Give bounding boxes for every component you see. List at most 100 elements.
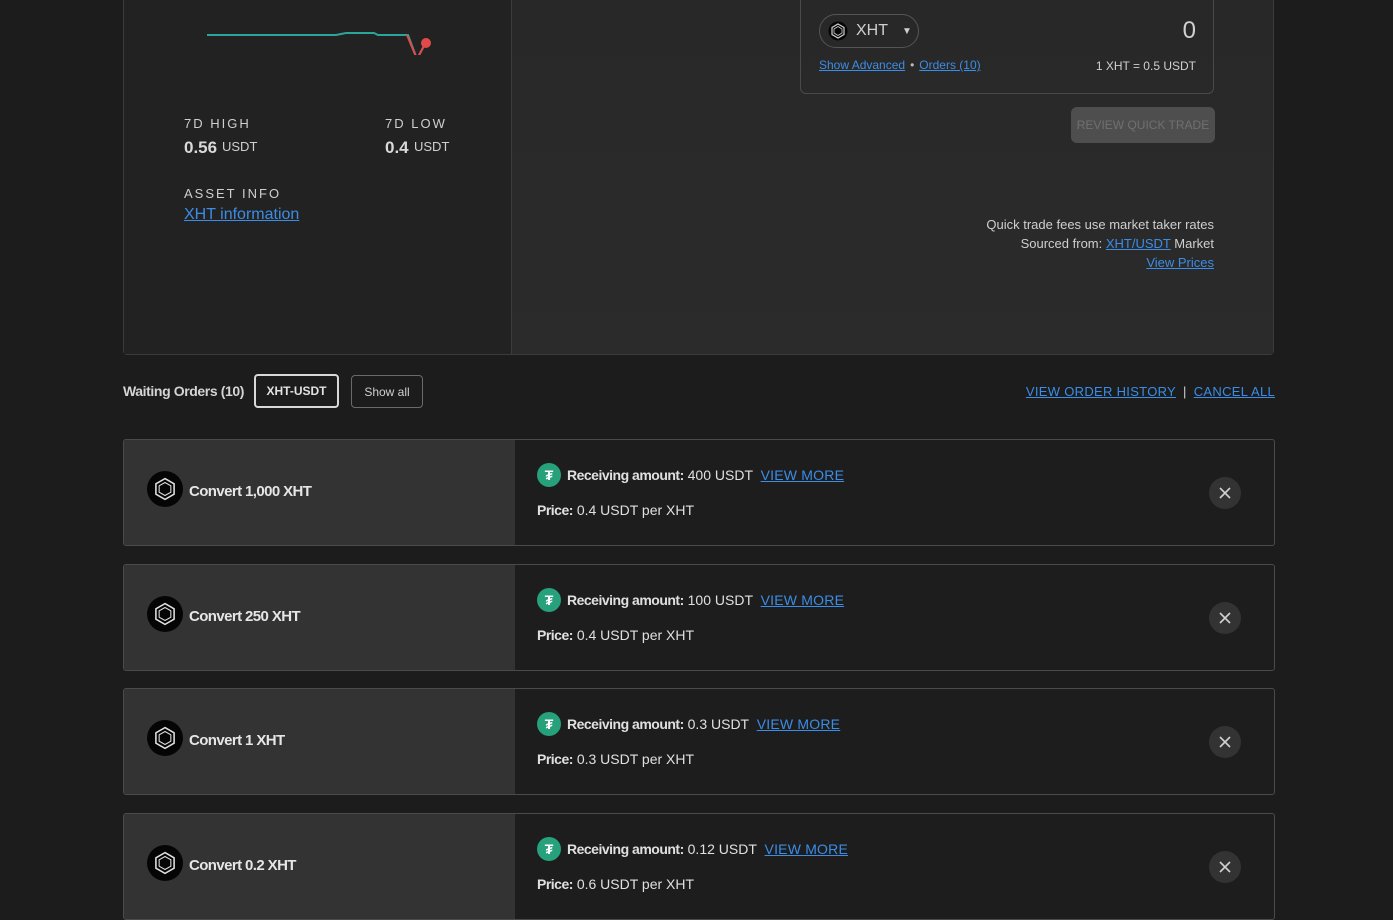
advanced-links: Show Advanced • Orders (10) [819, 58, 981, 72]
price-value: 0.3 USDT per XHT [576, 751, 695, 767]
fees-note-text: Quick trade fees use market taker rates [986, 217, 1214, 232]
high-value: 0.56 [184, 138, 218, 157]
view-more-link[interactable]: VIEW MORE [765, 841, 848, 857]
view-more-link[interactable]: VIEW MORE [757, 716, 840, 732]
xht-coin-icon [147, 596, 183, 632]
price-line: Price: 0.3 USDT per XHT [537, 751, 694, 767]
receiving-line: Receiving amount: 0.3 USDT VIEW MORE [567, 716, 840, 732]
cancel-order-button[interactable] [1209, 851, 1241, 883]
quick-trade-panel: 7D HIGH 0.56 USDT 7D LOW 0.4 USDT ASSET … [123, 0, 1274, 355]
fees-note: Quick trade fees use market taker rates … [986, 215, 1214, 272]
trade-input-box: XHT ▼ 0 Show Advanced • Orders (10) 1 XHT … [800, 0, 1214, 94]
receiving-line: Receiving amount: 100 USDT VIEW MORE [567, 592, 844, 608]
cancel-all-link[interactable]: CANCEL ALL [1194, 384, 1275, 399]
receiving-line: Receiving amount: 0.12 USDT VIEW MORE [567, 841, 848, 857]
sparkline-line [207, 32, 426, 55]
asset-info-link[interactable]: XHT information [184, 206, 299, 224]
waiting-orders-title: Waiting Orders (10) [123, 383, 245, 399]
pair-filter-button[interactable]: XHT-USDT [254, 374, 339, 408]
receiving-label: Receiving amount: [567, 716, 684, 732]
order-details: ₮ Receiving amount: 100 USDT VIEW MORE P… [515, 565, 1274, 670]
order-card: Convert 1 XHT ₮ Receiving amount: 0.3 US… [123, 688, 1275, 795]
market-info-column: 7D HIGH 0.56 USDT 7D LOW 0.4 USDT ASSET … [124, 0, 512, 354]
sourced-label: Sourced from: [1020, 236, 1103, 251]
order-card: Convert 250 XHT ₮ Receiving amount: 100 … [123, 564, 1275, 671]
order-details: ₮ Receiving amount: 400 USDT VIEW MORE P… [515, 440, 1274, 545]
order-summary: Convert 1,000 XHT [124, 440, 515, 545]
xht-coin-icon [828, 21, 848, 41]
tether-icon: ₮ [537, 712, 561, 736]
view-more-link[interactable]: VIEW MORE [761, 592, 844, 608]
xht-coin-icon [147, 471, 183, 507]
sourced-line: Sourced from: XHT/USDT Market [986, 234, 1214, 253]
xht-coin-icon [147, 845, 183, 881]
receiving-label: Receiving amount: [567, 841, 684, 857]
receiving-label: Receiving amount: [567, 467, 684, 483]
price-label: Price: [537, 627, 573, 643]
low-label: 7D LOW [385, 116, 447, 131]
xht-coin-icon [147, 720, 183, 756]
sourced-suffix: Market [1174, 236, 1214, 251]
price-line: Price: 0.4 USDT per XHT [537, 627, 694, 643]
receiving-amount: 100 USDT [687, 592, 753, 608]
coin-selector[interactable]: XHT ▼ [819, 14, 919, 48]
close-icon [1219, 487, 1231, 499]
high-label: 7D HIGH [184, 116, 251, 131]
conversion-rate: 1 XHT = 0.5 USDT [1095, 59, 1196, 73]
coin-selector-label: XHT [856, 22, 888, 39]
price-value: 0.4 USDT per XHT [576, 627, 695, 643]
price-label: Price: [537, 876, 573, 892]
order-title: Convert 1,000 XHT [189, 483, 312, 500]
view-more-link[interactable]: VIEW MORE [761, 467, 844, 483]
review-quick-trade-button[interactable]: REVIEW QUICK TRADE [1071, 107, 1215, 143]
tether-icon: ₮ [537, 837, 561, 861]
trade-column: XHT ▼ 0 Show Advanced • Orders (10) 1 XHT … [512, 0, 1273, 354]
price-line: Price: 0.6 USDT per XHT [537, 876, 694, 892]
view-order-history-link[interactable]: VIEW ORDER HISTORY [1026, 384, 1176, 399]
cancel-order-button[interactable] [1209, 477, 1241, 509]
show-advanced-link[interactable]: Show Advanced [819, 58, 905, 72]
tether-icon: ₮ [537, 588, 561, 612]
receiving-amount: 0.3 USDT [687, 716, 749, 732]
close-icon [1219, 736, 1231, 748]
caret-down-icon: ▼ [902, 25, 912, 37]
order-summary: Convert 0.2 XHT [124, 814, 515, 919]
price-value: 0.4 USDT per XHT [576, 502, 695, 518]
price-sparkline [207, 32, 431, 55]
high-unit: USDT [222, 139, 258, 154]
view-prices-link[interactable]: View Prices [1146, 255, 1214, 270]
orders-link[interactable]: Orders (10) [919, 58, 980, 72]
receiving-amount: 0.12 USDT [687, 841, 757, 857]
close-icon [1219, 861, 1231, 873]
low-value: 0.4 [385, 138, 409, 157]
order-card: Convert 1,000 XHT ₮ Receiving amount: 40… [123, 439, 1275, 546]
receiving-line: Receiving amount: 400 USDT VIEW MORE [567, 467, 844, 483]
price-label: Price: [537, 502, 573, 518]
amount-input[interactable]: 0 [1183, 17, 1196, 45]
sparkline-end-dot [421, 38, 431, 48]
order-summary: Convert 1 XHT [124, 689, 515, 794]
price-line: Price: 0.4 USDT per XHT [537, 502, 694, 518]
cancel-order-button[interactable] [1209, 726, 1241, 758]
market-pair-link[interactable]: XHT/USDT [1106, 236, 1171, 251]
close-icon [1219, 612, 1231, 624]
price-label: Price: [537, 751, 573, 767]
order-details: ₮ Receiving amount: 0.12 USDT VIEW MORE … [515, 814, 1274, 919]
show-all-button[interactable]: Show all [351, 375, 423, 408]
actions-separator: | [1183, 384, 1187, 399]
low-unit: USDT [414, 139, 450, 154]
price-value: 0.6 USDT per XHT [576, 876, 695, 892]
order-actions: VIEW ORDER HISTORY | CANCEL ALL [1026, 384, 1275, 399]
asset-info-label: ASSET INFO [184, 186, 282, 201]
link-separator: • [910, 58, 915, 72]
order-details: ₮ Receiving amount: 0.3 USDT VIEW MORE P… [515, 689, 1274, 794]
receiving-amount: 400 USDT [687, 467, 753, 483]
cancel-order-button[interactable] [1209, 602, 1241, 634]
order-summary: Convert 250 XHT [124, 565, 515, 670]
receiving-label: Receiving amount: [567, 592, 684, 608]
order-title: Convert 0.2 XHT [189, 857, 296, 874]
order-title: Convert 250 XHT [189, 608, 301, 625]
tether-icon: ₮ [537, 463, 561, 487]
order-title: Convert 1 XHT [189, 732, 285, 749]
order-card: Convert 0.2 XHT ₮ Receiving amount: 0.12… [123, 813, 1275, 920]
